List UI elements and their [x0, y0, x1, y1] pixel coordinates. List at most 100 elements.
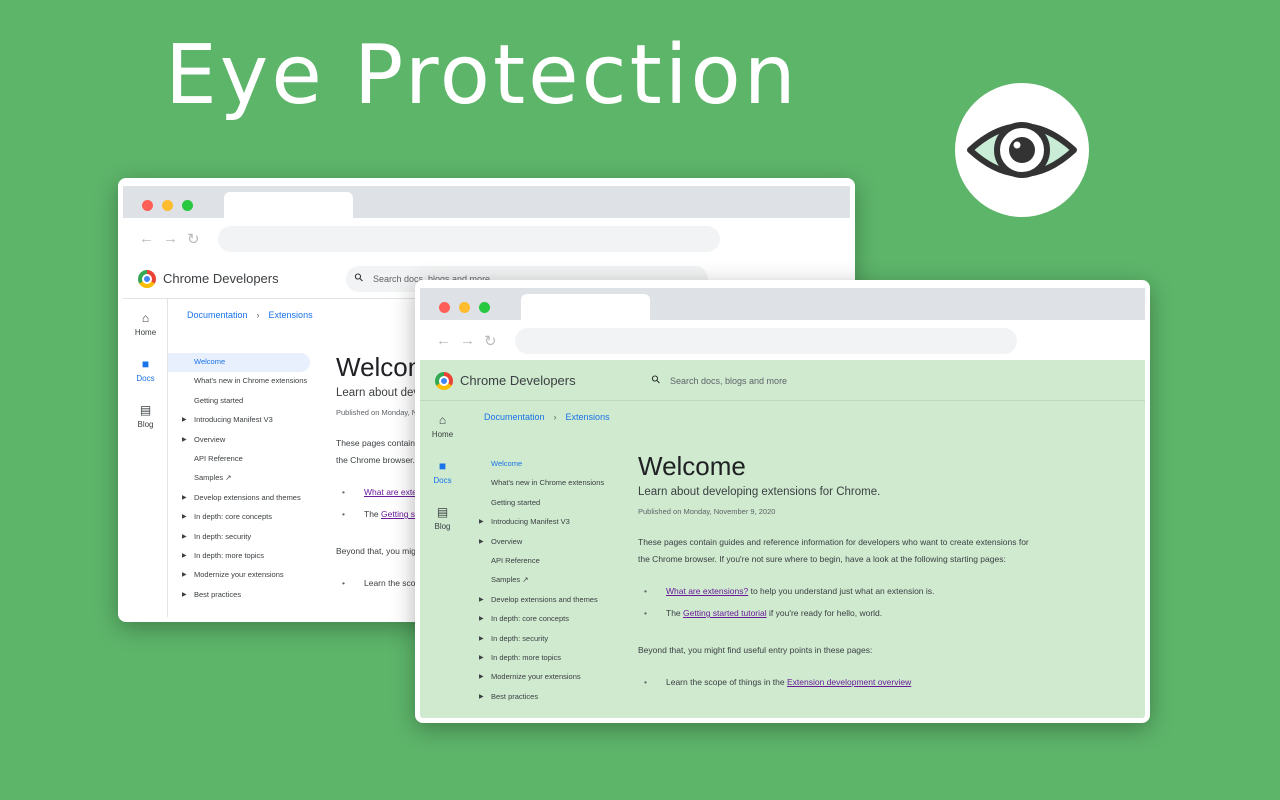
- rail-label: Home: [431, 430, 454, 439]
- nav-item[interactable]: Getting started: [465, 494, 607, 513]
- breadcrumb: Documentation › Extensions: [484, 412, 610, 422]
- nav-item[interactable]: ▶ In depth: more topics: [465, 649, 607, 668]
- nav-item[interactable]: What's new in Chrome extensions: [168, 372, 310, 391]
- nav-item[interactable]: ▶ In depth: security: [465, 630, 607, 649]
- nav-item[interactable]: ▶ Best practices: [465, 688, 607, 707]
- home-icon: ⌂: [438, 413, 447, 427]
- chrome-logo-icon[interactable]: [435, 372, 453, 390]
- nav-item[interactable]: ▶ Introducing Manifest V3: [465, 513, 607, 532]
- close-button[interactable]: [142, 200, 153, 211]
- nav-label: In depth: core concepts: [194, 512, 272, 522]
- nav-label: In depth: core concepts: [491, 614, 569, 624]
- breadcrumb-extensions[interactable]: Extensions: [566, 412, 610, 422]
- blog-icon: ▤: [139, 403, 152, 417]
- home-icon: ⌂: [141, 311, 150, 325]
- rail-item-home[interactable]: ⌂ Home: [123, 311, 168, 337]
- rail-label: Home: [134, 328, 157, 337]
- close-button[interactable]: [439, 302, 450, 313]
- caret-right-icon: ▶: [182, 436, 187, 443]
- search-input[interactable]: ⚲ Search docs, blogs and more: [643, 368, 1005, 394]
- breadcrumb-extensions[interactable]: Extensions: [269, 310, 313, 320]
- article-link[interactable]: Getting started tutorial: [683, 608, 767, 618]
- nav-label: Samples ↗: [194, 473, 232, 483]
- nav-item[interactable]: ▶ Modernize your extensions: [465, 668, 607, 687]
- nav-label: What's new in Chrome extensions: [194, 376, 308, 386]
- nav-item[interactable]: What's new in Chrome extensions: [465, 474, 607, 493]
- nav-label: Getting started: [194, 395, 244, 405]
- minimize-button[interactable]: [459, 302, 470, 313]
- nav-label: Welcome: [491, 459, 523, 468]
- site-name[interactable]: Chrome Developers: [163, 271, 279, 286]
- published-date: Published on Monday, November 9, 2020: [638, 507, 776, 516]
- browser-tab[interactable]: [224, 192, 353, 218]
- nav-item[interactable]: API Reference: [465, 552, 607, 571]
- caret-right-icon: ▶: [479, 654, 484, 661]
- nav-item[interactable]: ▶ In depth: core concepts: [168, 508, 310, 527]
- rail-item-home[interactable]: ⌂ Home: [420, 413, 465, 439]
- caret-right-icon: ▶: [182, 591, 187, 598]
- back-icon[interactable]: ←: [436, 332, 451, 349]
- article-link[interactable]: Extension development overview: [787, 677, 911, 687]
- nav-item[interactable]: ▶ Develop extensions and themes: [465, 591, 607, 610]
- rail-item-blog[interactable]: ▤ Blog: [123, 403, 168, 429]
- nav-item[interactable]: ▶ Overview: [168, 431, 310, 450]
- reload-icon[interactable]: ↻: [187, 230, 200, 248]
- intro-paragraph: These pages contain guides and reference…: [638, 537, 1029, 564]
- article-link[interactable]: What are extensions?: [666, 586, 748, 596]
- nav-item[interactable]: ▶ Introducing Manifest V3: [168, 411, 310, 430]
- article-title: Welcome: [638, 451, 746, 481]
- reload-icon[interactable]: ↻: [484, 332, 497, 350]
- nav-label: Getting started: [491, 497, 541, 507]
- breadcrumb-documentation[interactable]: Documentation: [484, 412, 545, 422]
- nav-item[interactable]: ▶ In depth: core concepts: [465, 610, 607, 629]
- chrome-logo-icon[interactable]: [138, 270, 156, 288]
- caret-right-icon: ▶: [182, 552, 187, 559]
- rail-label: Docs: [433, 476, 452, 485]
- nav-label: Samples ↗: [491, 575, 529, 585]
- site-header: Chrome Developers ⚲ Search docs, blogs and…: [420, 360, 1145, 401]
- back-icon[interactable]: ←: [139, 230, 154, 247]
- nav-item[interactable]: ▶ Overview: [465, 533, 607, 552]
- nav-item[interactable]: ▶ Develop extensions and themes: [168, 489, 310, 508]
- nav-label: Develop extensions and themes: [194, 492, 301, 502]
- forward-icon[interactable]: →: [460, 332, 475, 349]
- maximize-button[interactable]: [182, 200, 193, 211]
- caret-right-icon: ▶: [182, 514, 187, 521]
- browser-toolbar: ← → ↻: [420, 320, 1145, 360]
- caret-right-icon: ▶: [479, 519, 484, 526]
- bullet-text: if you're ready for hello, world.: [766, 608, 883, 618]
- nav-label: API Reference: [491, 555, 540, 565]
- nav-item[interactable]: Samples ↗: [465, 571, 607, 590]
- forward-icon[interactable]: →: [163, 230, 178, 247]
- rail-item-docs[interactable]: ■ Docs: [420, 459, 465, 485]
- nav-label: In depth: more topics: [491, 652, 562, 662]
- rail-item-docs[interactable]: ■ Docs: [123, 357, 168, 383]
- browser-tab[interactable]: [521, 294, 650, 320]
- site-name[interactable]: Chrome Developers: [460, 373, 576, 388]
- caret-right-icon: ▶: [182, 494, 187, 501]
- nav-item[interactable]: Welcome: [168, 353, 310, 373]
- nav-label: Modernize your extensions: [491, 672, 581, 682]
- nav-item[interactable]: API Reference: [168, 450, 310, 469]
- article: Welcome Learn about developing extensions…: [638, 450, 1038, 693]
- nav-item[interactable]: Welcome: [465, 455, 607, 474]
- nav-item[interactable]: ▶ In depth: security: [168, 528, 310, 547]
- maximize-button[interactable]: [479, 302, 490, 313]
- breadcrumb-documentation[interactable]: Documentation: [187, 310, 248, 320]
- nav-item[interactable]: ▶ Best practices: [168, 586, 310, 605]
- eye-icon: [967, 122, 1077, 178]
- nav-item[interactable]: ▶ In depth: more topics: [168, 547, 310, 566]
- nav-label: Overview: [194, 434, 226, 444]
- address-bar[interactable]: [515, 328, 1017, 354]
- nav-item[interactable]: Getting started: [168, 392, 310, 411]
- docs-icon: ■: [438, 459, 447, 473]
- browser-window-eye-protection: ← → ↻ Chrome Developers ⚲ Search docs, blogs …: [415, 280, 1150, 723]
- nav-item[interactable]: ▶ Modernize your extensions: [168, 566, 310, 585]
- address-bar[interactable]: [218, 226, 720, 252]
- tab-strip: [123, 186, 850, 218]
- nav-label: Introducing Manifest V3: [194, 415, 273, 425]
- rail-item-blog[interactable]: ▤ Blog: [420, 505, 465, 531]
- caret-right-icon: ▶: [182, 417, 187, 424]
- minimize-button[interactable]: [162, 200, 173, 211]
- nav-item[interactable]: Samples ↗: [168, 469, 310, 488]
